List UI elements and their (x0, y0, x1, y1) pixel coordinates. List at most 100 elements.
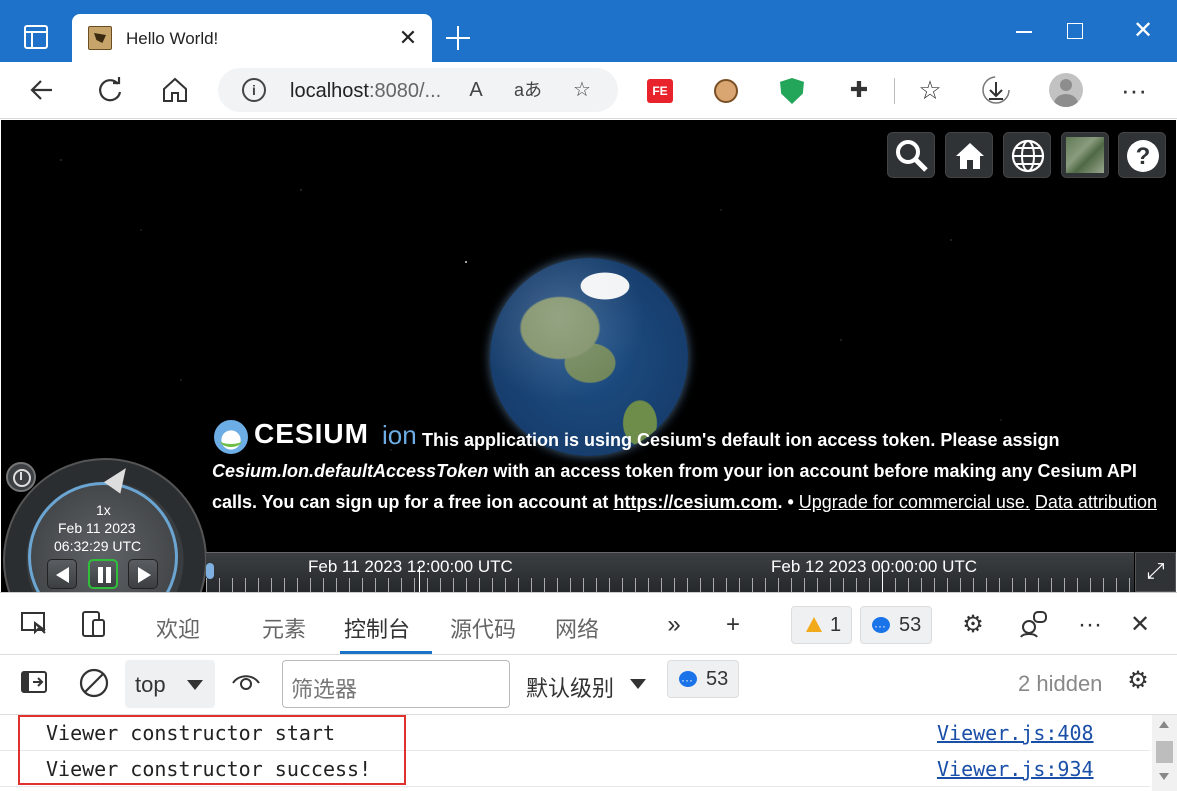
console-row: Viewer constructor start Viewer.js:408 (0, 715, 1150, 751)
devtools-more-icon[interactable]: ··· (1074, 609, 1106, 641)
scroll-down-icon[interactable] (1159, 773, 1169, 780)
home-view-button[interactable] (945, 132, 993, 178)
console-output: Viewer constructor start Viewer.js:408 V… (0, 715, 1177, 791)
browser-tab[interactable]: Hello World! ✕ (72, 14, 432, 62)
help-button[interactable]: ? (1118, 132, 1166, 178)
device-emulation-icon[interactable] (78, 609, 110, 641)
address-url[interactable]: localhost:8080/... (290, 80, 441, 103)
console-filter-bar: top 筛选器 默认级别 53 2 hidden ⚙ (0, 655, 1177, 715)
timeline-label: Feb 11 2023 12:00:00 UTC (308, 557, 513, 576)
tab-console[interactable]: 控制台 (344, 612, 410, 644)
more-tabs-icon[interactable]: » (658, 609, 690, 641)
shield-extension-icon[interactable] (780, 78, 804, 104)
hidden-count: 2 hidden (1018, 671, 1103, 696)
pause-button[interactable] (88, 559, 118, 589)
messages-badge[interactable]: 53 (860, 606, 933, 644)
timeline-ticks (206, 578, 1134, 592)
console-settings-gear-icon[interactable]: ⚙ (1122, 665, 1154, 697)
timeline-label: Feb 12 2023 00:00:00 UTC (771, 557, 978, 576)
extensions-puzzle-icon[interactable]: ✚ (846, 77, 872, 103)
inspect-element-icon[interactable] (18, 609, 50, 641)
play-reverse-button[interactable] (47, 559, 77, 589)
play-icon (138, 567, 151, 583)
scroll-up-icon[interactable] (1159, 721, 1169, 728)
tab-sources[interactable]: 源代码 (450, 612, 516, 644)
geocoder-search-button[interactable] (887, 132, 935, 178)
favorites-icon[interactable]: ☆ (914, 74, 946, 106)
window-close-icon[interactable]: ✕ (1130, 18, 1156, 44)
message-icon (872, 608, 890, 644)
minimize-icon[interactable] (1012, 18, 1038, 44)
help-glyph: ? (1136, 143, 1151, 170)
tab-close-icon[interactable]: ✕ (396, 26, 420, 50)
credits-text-1: This application is using Cesium's defau… (422, 430, 1060, 450)
devtools-panel: 欢迎 元素 控制台 源代码 网络 » + 1 53 ⚙ ··· ✕ top 筛选… (0, 592, 1177, 791)
animation-widget: 1x Feb 11 2023 06:32:29 UTC (1, 458, 209, 592)
tab-elements[interactable]: 元素 (262, 612, 306, 644)
maximize-icon[interactable] (1062, 18, 1088, 44)
add-favorite-icon[interactable]: ☆ (568, 76, 596, 104)
tomcat-favicon-icon (88, 26, 112, 50)
refresh-icon[interactable] (94, 74, 126, 106)
base-layer-picker-button[interactable] (1061, 132, 1109, 178)
clear-console-icon[interactable] (78, 667, 110, 699)
cesium-ion-logo[interactable]: CESIUM ion (212, 416, 418, 456)
chevron-down-icon[interactable] (630, 679, 646, 689)
tab-network[interactable]: 网络 (555, 612, 599, 644)
console-filter-input[interactable]: 筛选器 (282, 660, 510, 708)
live-expression-eye-icon[interactable] (230, 667, 262, 699)
warnings-badge[interactable]: 1 (791, 606, 853, 644)
scroll-thumb[interactable] (1156, 741, 1173, 763)
active-tab-underline (340, 651, 432, 654)
settings-gear-icon[interactable]: ⚙ (957, 609, 989, 641)
console-scrollbar[interactable] (1152, 715, 1177, 791)
upgrade-link[interactable]: Upgrade for commercial use. (799, 492, 1030, 512)
credits-token-name: Cesium.Ion.defaultAccessToken (212, 461, 489, 481)
cesium-mark-icon (214, 420, 248, 454)
reverse-icon (56, 567, 69, 583)
console-source-link[interactable]: Viewer.js:934 (937, 757, 1094, 781)
devtools-tab-bar: 欢迎 元素 控制台 源代码 网络 » + 1 53 ⚙ ··· ✕ (0, 593, 1177, 655)
cesium-logo-ion: ion (382, 420, 417, 450)
home-icon[interactable] (159, 74, 191, 106)
sidebar-toggle-icon[interactable] (18, 667, 50, 699)
console-source-link[interactable]: Viewer.js:408 (937, 721, 1094, 745)
fe-extension-icon[interactable]: FE (647, 79, 673, 103)
cesium-viewer[interactable]: ? CESIUM ion This application is using C… (1, 120, 1176, 592)
downloads-icon[interactable] (980, 74, 1012, 106)
scene-mode-globe-button[interactable] (1003, 132, 1051, 178)
console-message: Viewer constructor start (46, 721, 335, 745)
context-selector[interactable]: top (125, 660, 215, 708)
customize-icon[interactable] (1018, 609, 1050, 641)
translate-icon[interactable]: aあ (514, 76, 542, 104)
add-tool-icon[interactable]: + (717, 609, 749, 641)
warning-icon (806, 617, 822, 632)
face-extension-icon[interactable] (714, 79, 738, 103)
cesium-site-link[interactable]: https://cesium.com (613, 492, 777, 512)
new-tab-icon[interactable] (444, 24, 472, 52)
devtools-close-icon[interactable]: ✕ (1124, 609, 1156, 641)
play-forward-button[interactable] (128, 559, 158, 589)
filter-messages-badge[interactable]: 53 (667, 660, 740, 698)
fullscreen-button[interactable]: ⤢ (1135, 552, 1176, 592)
data-attribution-link[interactable]: Data attribution (1035, 492, 1157, 512)
timeline-needle[interactable] (206, 563, 214, 579)
credits-container: CESIUM ion This application is using Ces… (212, 416, 1172, 518)
tab-welcome[interactable]: 欢迎 (156, 612, 200, 644)
tab-title: Hello World! (126, 29, 219, 48)
read-aloud-icon[interactable]: A (462, 76, 490, 104)
address-bar[interactable]: i localhost:8080/... A aあ ☆ (218, 68, 618, 112)
toolbar-divider (894, 78, 895, 104)
animation-time: 06:32:29 UTC (54, 538, 142, 554)
log-level-selector[interactable]: 默认级别 (526, 671, 614, 703)
console-message: Viewer constructor success! (46, 757, 372, 781)
back-arrow-icon[interactable] (26, 74, 58, 106)
tab-actions-icon[interactable] (24, 25, 48, 49)
timeline[interactable]: Feb 11 2023 12:00:00 UTC Feb 12 2023 00:… (206, 552, 1134, 592)
site-info-icon[interactable]: i (242, 78, 266, 102)
credits-text-3: . • (777, 492, 799, 512)
realtime-clock-icon[interactable] (6, 462, 36, 492)
animation-date: Feb 11 2023 (58, 520, 136, 536)
profile-avatar[interactable] (1049, 73, 1083, 107)
more-menu-icon[interactable]: ··· (1118, 74, 1150, 106)
